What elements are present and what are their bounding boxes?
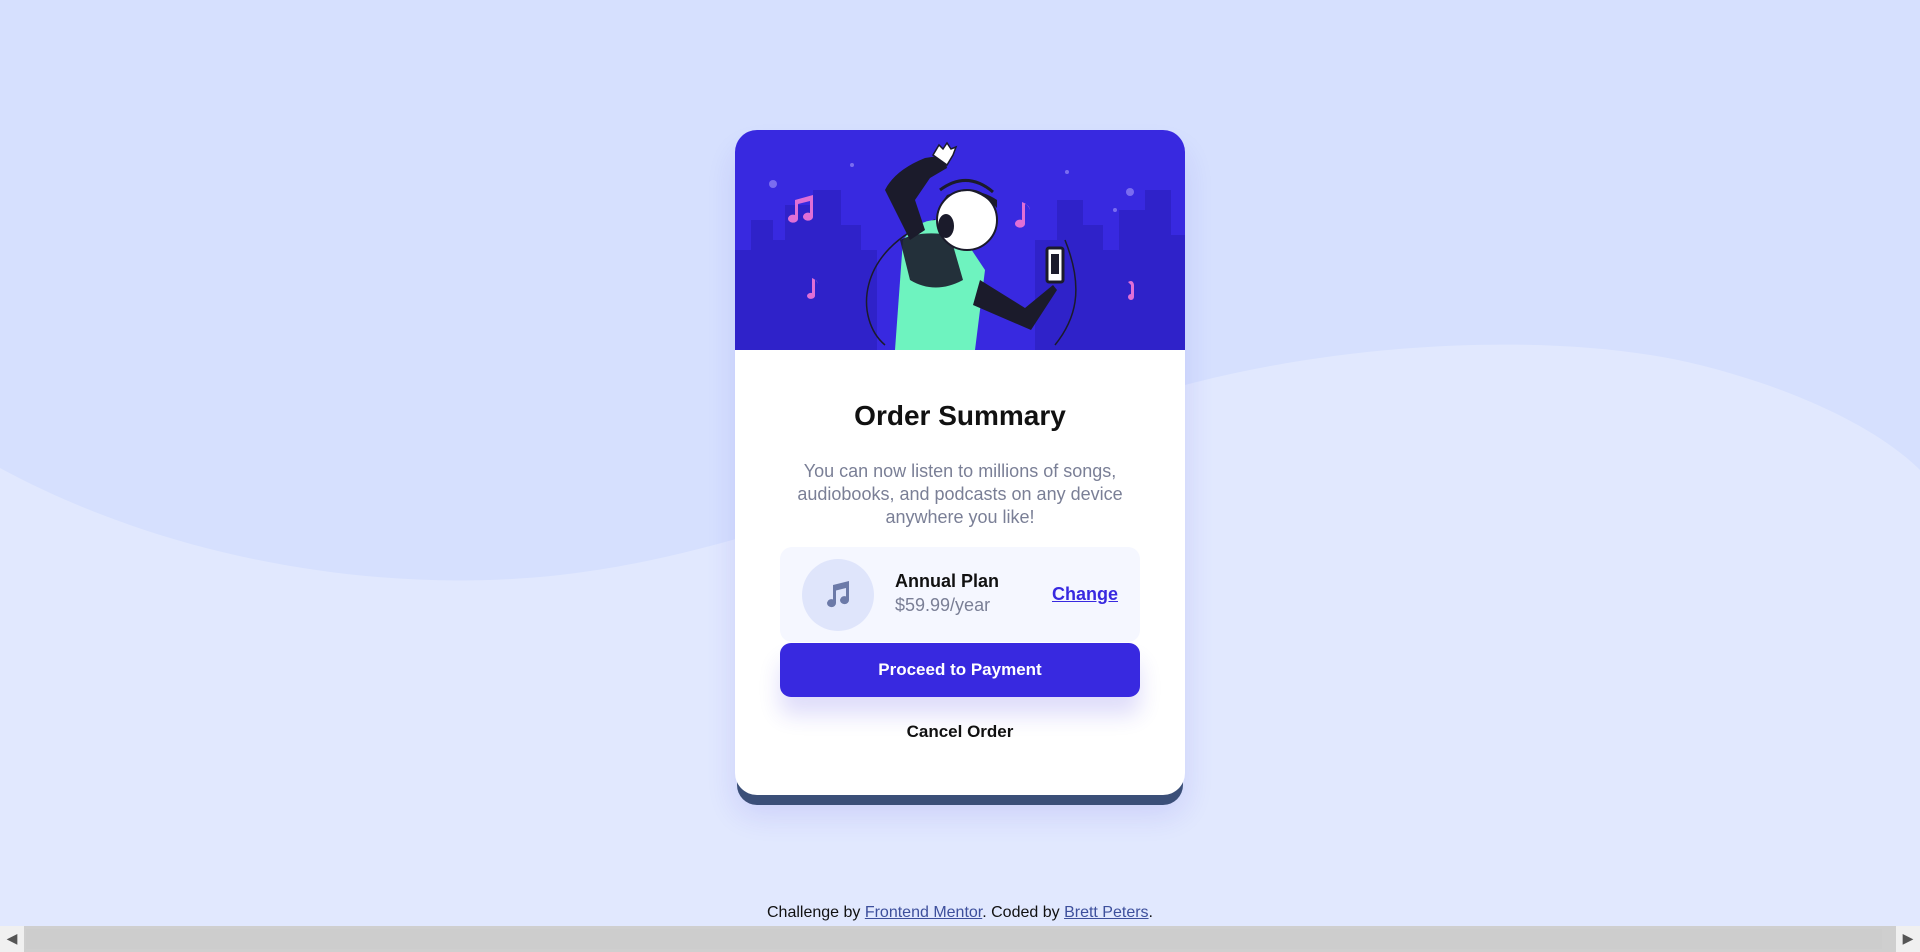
plan-box: Annual Plan $59.99/year Change [780,547,1140,642]
attribution-footer: Challenge by Frontend Mentor. Coded by B… [0,904,1920,922]
frontend-mentor-link[interactable]: Frontend Mentor [865,904,982,921]
hero-illustration [735,130,1185,350]
cancel-order-button[interactable]: Cancel Order [780,712,1140,752]
footer-suffix: . [1148,904,1153,921]
plan-price: $59.99/year [895,595,991,615]
music-note-icon [802,559,874,631]
order-summary-card: Order Summary You can now listen to mill… [735,130,1185,795]
footer-middle: . Coded by [982,904,1065,921]
footer-prefix: Challenge by [766,904,865,921]
scrollbar-thumb[interactable] [26,929,1882,949]
proceed-to-payment-button[interactable]: Proceed to Payment [780,643,1140,697]
author-link[interactable]: Brett Peters [1064,904,1148,921]
plan-name: Annual Plan [895,571,1000,591]
card-description: You can now listen to millions of songs,… [797,461,1123,527]
scroll-left-icon[interactable]: ◀ [0,926,24,952]
change-plan-link[interactable]: Change [1052,584,1118,605]
card-title: Order Summary [854,400,1066,431]
horizontal-scrollbar[interactable]: ◀ ▶ [0,926,1920,952]
scroll-right-icon[interactable]: ▶ [1896,926,1920,952]
